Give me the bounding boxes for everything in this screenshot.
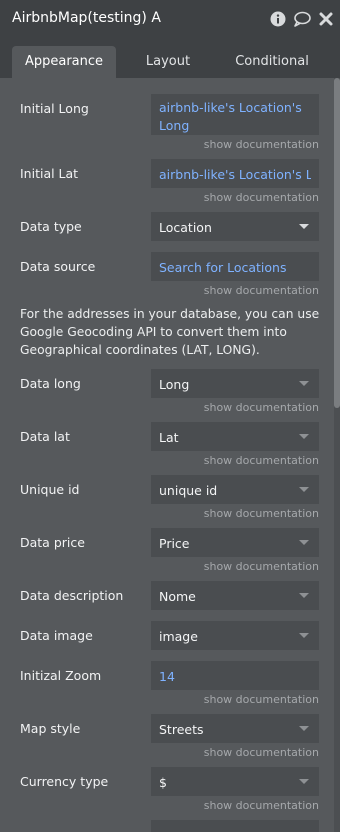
show-documentation-link[interactable]: show documentation bbox=[204, 138, 319, 151]
data-long-label: Data long bbox=[20, 376, 81, 391]
show-documentation-link[interactable]: show documentation bbox=[204, 454, 319, 467]
data-type-value: Location bbox=[159, 220, 212, 235]
data-source-label: Data source bbox=[20, 259, 96, 274]
currency-type-value: $ bbox=[159, 775, 167, 790]
data-image-dropdown[interactable]: image bbox=[151, 621, 319, 650]
map-style-value: Streets bbox=[159, 722, 204, 737]
chevron-down-icon bbox=[299, 434, 309, 439]
chevron-down-icon bbox=[299, 779, 309, 784]
initial-zoom-input[interactable]: 14 bbox=[151, 661, 319, 690]
chevron-down-icon bbox=[299, 381, 309, 386]
tab-layout[interactable]: Layout bbox=[124, 46, 212, 78]
data-long-dropdown[interactable]: Long bbox=[151, 369, 319, 398]
chevron-down-icon bbox=[299, 726, 309, 731]
unique-id-dropdown[interactable]: unique id bbox=[151, 475, 319, 504]
initial-long-label: Initial Long bbox=[20, 101, 89, 116]
close-icon[interactable] bbox=[318, 11, 334, 27]
data-type-label: Data type bbox=[20, 219, 82, 234]
tab-appearance[interactable]: Appearance bbox=[12, 46, 116, 78]
map-style-label: Map style bbox=[20, 721, 81, 736]
data-description-dropdown[interactable]: Nome bbox=[151, 581, 319, 610]
info-icon[interactable] bbox=[270, 11, 286, 27]
data-lat-dropdown[interactable]: Lat bbox=[151, 422, 319, 451]
initial-lat-field[interactable]: airbnb-like's Location's Lat bbox=[151, 159, 319, 188]
currency-type-dropdown[interactable]: $ bbox=[151, 767, 319, 796]
element-title[interactable]: AirbnbMap(testing) A bbox=[12, 10, 161, 26]
data-lat-label: Data lat bbox=[20, 429, 70, 444]
data-description-value: Nome bbox=[159, 589, 196, 604]
show-documentation-link[interactable]: show documentation bbox=[204, 284, 319, 297]
show-documentation-link[interactable]: show documentation bbox=[204, 799, 319, 812]
initial-lat-value: airbnb-like's Location's Lat bbox=[159, 167, 311, 182]
appearance-content: Initial Long airbnb-like's Location's Lo… bbox=[0, 78, 334, 832]
data-price-value: Price bbox=[159, 536, 190, 551]
data-source-field[interactable]: Search for Locations bbox=[151, 252, 319, 281]
initial-zoom-value: 14 bbox=[159, 669, 175, 684]
unique-id-value: unique id bbox=[159, 483, 218, 498]
show-documentation-link[interactable]: show documentation bbox=[204, 507, 319, 520]
tab-conditional[interactable]: Conditional bbox=[224, 46, 320, 78]
chevron-down-icon bbox=[299, 224, 309, 229]
show-documentation-link[interactable]: show documentation bbox=[204, 191, 319, 204]
data-source-value: Search for Locations bbox=[159, 260, 287, 275]
map-style-dropdown[interactable]: Streets bbox=[151, 714, 319, 743]
property-editor-panel: AirbnbMap(testing) A Appearance Layout C… bbox=[0, 0, 340, 832]
data-image-label: Data image bbox=[20, 628, 93, 643]
geocoding-note: For the addresses in your database, you … bbox=[20, 307, 320, 357]
comment-icon[interactable] bbox=[293, 11, 311, 27]
initial-long-field[interactable]: airbnb-like's Location's Long bbox=[151, 94, 319, 135]
unique-id-label: Unique id bbox=[20, 482, 80, 497]
data-lat-value: Lat bbox=[159, 430, 179, 445]
next-property-field[interactable] bbox=[151, 820, 319, 832]
show-documentation-link[interactable]: show documentation bbox=[204, 560, 319, 573]
data-price-dropdown[interactable]: Price bbox=[151, 528, 319, 557]
data-type-dropdown[interactable]: Location bbox=[151, 212, 319, 241]
tab-bar: Appearance Layout Conditional bbox=[0, 38, 340, 78]
initial-long-value: airbnb-like's Location's Long bbox=[159, 100, 302, 133]
initial-zoom-label: Initizal Zoom bbox=[20, 668, 102, 683]
chevron-down-icon bbox=[299, 633, 309, 638]
scrollbar[interactable] bbox=[334, 78, 340, 832]
title-bar: AirbnbMap(testing) A bbox=[0, 0, 340, 38]
chevron-down-icon bbox=[299, 593, 309, 598]
data-long-value: Long bbox=[159, 377, 190, 392]
initial-lat-label: Initial Lat bbox=[20, 166, 79, 181]
chevron-down-icon bbox=[299, 540, 309, 545]
data-description-label: Data description bbox=[20, 588, 124, 603]
show-documentation-link[interactable]: show documentation bbox=[204, 746, 319, 759]
scrollbar-thumb[interactable] bbox=[334, 78, 340, 408]
show-documentation-link[interactable]: show documentation bbox=[204, 401, 319, 414]
data-price-label: Data price bbox=[20, 535, 85, 550]
show-documentation-link[interactable]: show documentation bbox=[204, 693, 319, 706]
data-image-value: image bbox=[159, 629, 198, 644]
chevron-down-icon bbox=[299, 487, 309, 492]
currency-type-label: Currency type bbox=[20, 774, 109, 789]
